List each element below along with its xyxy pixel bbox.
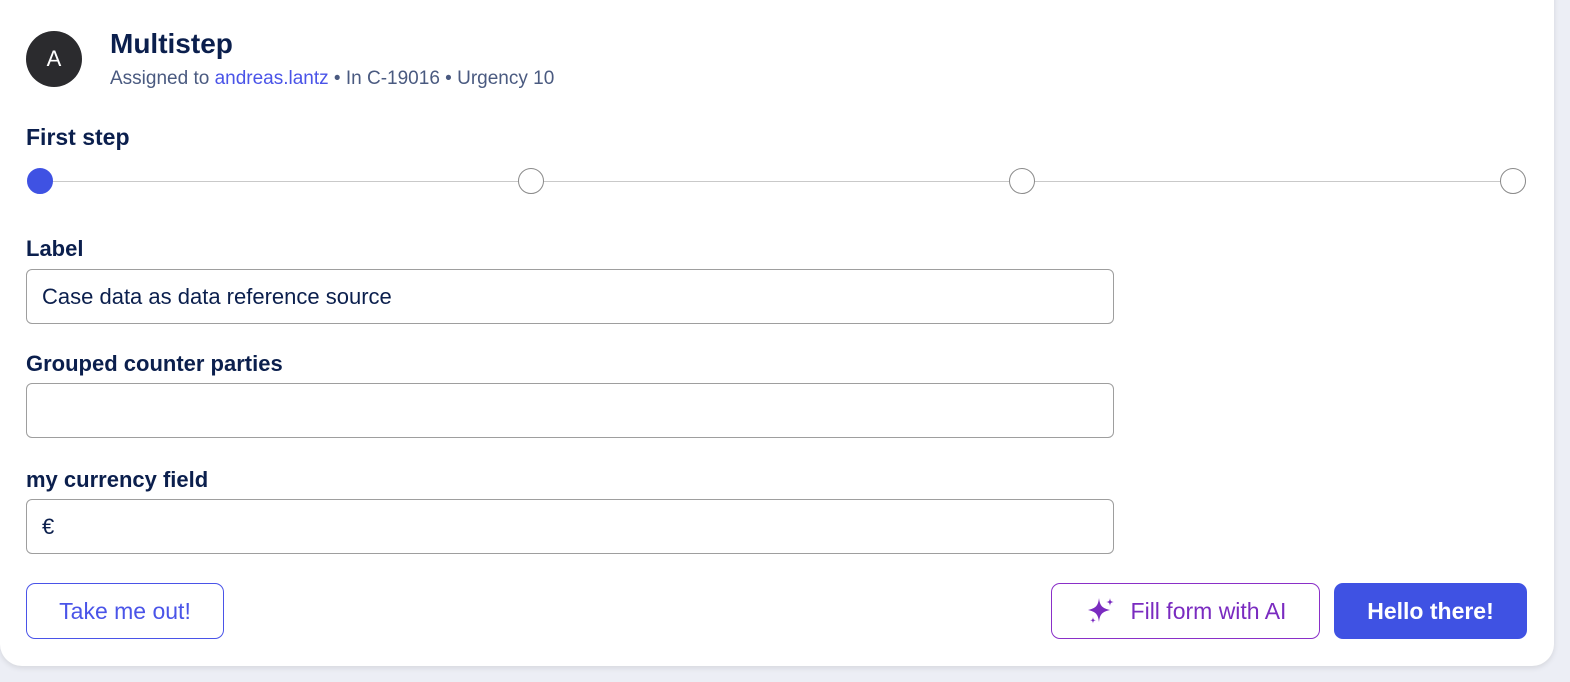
currency-input[interactable] (60, 500, 1113, 553)
sparkle-icon (1087, 598, 1114, 624)
avatar: A (26, 31, 82, 87)
stepper-track (40, 181, 1513, 182)
fill-form-with-ai-label: Fill form with AI (1130, 597, 1287, 624)
task-card: A Multistep Assigned to andreas.lantz • … (0, 0, 1554, 666)
hello-there-button[interactable]: Hello there! (1334, 583, 1527, 639)
currency-field-label: my currency field (26, 467, 209, 492)
hello-there-label: Hello there! (1367, 597, 1494, 624)
step-1-indicator[interactable] (27, 168, 53, 194)
step-2-indicator[interactable] (518, 168, 544, 194)
assignee-link[interactable]: andreas.lantz (215, 68, 329, 89)
step-3-indicator[interactable] (1009, 168, 1035, 194)
currency-field[interactable]: € (26, 499, 1114, 554)
grouped-counter-parties-input[interactable] (42, 384, 1113, 437)
fill-form-with-ai-button[interactable]: Fill form with AI (1051, 583, 1320, 639)
take-me-out-label: Take me out! (59, 597, 191, 624)
grouped-field-label: Grouped counter parties (26, 351, 283, 376)
step-title: First step (26, 124, 130, 150)
currency-symbol: € (42, 513, 55, 539)
page-title: Multistep (110, 28, 233, 59)
task-meta: Assigned to andreas.lantz • In C-19016 •… (110, 68, 554, 90)
case-reference: In C-19016 (345, 68, 440, 89)
step-4-indicator[interactable] (1500, 168, 1526, 194)
take-me-out-button[interactable]: Take me out! (26, 583, 224, 639)
urgency: Urgency 10 (457, 68, 555, 89)
grouped-counter-parties-field[interactable] (26, 383, 1114, 438)
meta-separator: • (328, 68, 346, 89)
avatar-initial: A (46, 46, 62, 71)
meta-separator: • (439, 68, 458, 89)
assigned-prefix: Assigned to (110, 68, 215, 89)
label-field[interactable] (26, 269, 1114, 324)
label-field-label: Label (26, 236, 84, 261)
label-input[interactable] (42, 270, 1113, 323)
